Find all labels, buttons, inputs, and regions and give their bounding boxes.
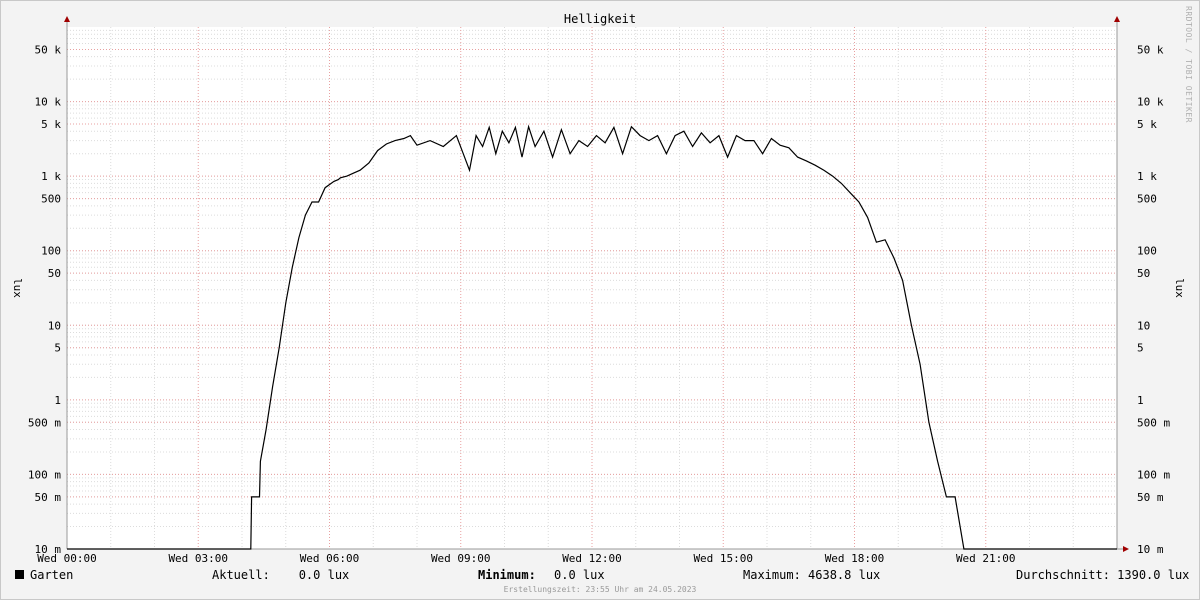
- y-tick-label-left: 1 k: [41, 170, 61, 183]
- y-tick-label-left: 50: [48, 267, 61, 280]
- x-tick-label: Wed 12:00: [562, 552, 622, 565]
- y-tick-label-left: 10 k: [35, 96, 62, 109]
- y-tick-label-right: 5: [1137, 342, 1144, 355]
- x-axis-arrow: [1123, 546, 1129, 552]
- legend-maximum: Maximum: 4638.8 lux: [743, 568, 881, 582]
- y-tick-label-left: 5 k: [41, 118, 61, 131]
- y-tick-label-right: 500 m: [1137, 416, 1170, 429]
- y-tick-label-right: 10 m: [1137, 543, 1164, 556]
- x-tick-label: Wed 21:00: [956, 552, 1016, 565]
- y-tick-label-right: 100 m: [1137, 468, 1170, 481]
- x-tick-label: Wed 18:00: [825, 552, 885, 565]
- y-tick-label-left: 500 m: [28, 416, 61, 429]
- y-tick-label-right: 50: [1137, 267, 1150, 280]
- y-tick-label-left: 1: [54, 394, 61, 407]
- legend: Garten Aktuell: 0.0 lux Minimum: 0.0 lux…: [0, 568, 1200, 584]
- chart-title: Helligkeit: [564, 12, 636, 26]
- y-tick-label-right: 500: [1137, 193, 1157, 206]
- y-tick-label-left: 100 m: [28, 468, 61, 481]
- y-tick-label-left: 50 k: [35, 43, 62, 56]
- y-tick-label-right: 50 m: [1137, 491, 1164, 504]
- chart: 50 k 50 k 10 k 10 k 5 k 5 k 1 k 1 k 500 500 100 100…: [11, 12, 1186, 565]
- watermark: RRDTOOL / TOBI OETIKER: [1184, 6, 1193, 123]
- y-axis-left-arrow: [64, 16, 70, 22]
- y-tick-label-right: 1: [1137, 394, 1144, 407]
- y-tick-label-left: 500: [41, 193, 61, 206]
- legend-series-name: Garten: [30, 568, 74, 582]
- y-tick-label-right: 10: [1137, 319, 1150, 332]
- x-tick-label: Wed 00:00: [37, 552, 97, 565]
- legend-minimum-value: 0.0 lux: [554, 568, 605, 582]
- y-tick-label-right: 1 k: [1137, 170, 1157, 183]
- legend-minimum-label: Minimum:: [478, 568, 536, 582]
- y-tick-label-right: 5 k: [1137, 118, 1157, 131]
- y-axis-label-right: lux: [1173, 278, 1186, 298]
- y-tick-label-left: 5: [54, 342, 61, 355]
- y-tick-label-right: 100: [1137, 245, 1157, 258]
- x-tick-label: Wed 09:00: [431, 552, 491, 565]
- x-tick-label: Wed 06:00: [300, 552, 360, 565]
- y-tick-label-right: 10 k: [1137, 96, 1164, 109]
- footer-timestamp: Erstellungszeit: 23:55 Uhr am 24.05.2023: [503, 585, 697, 594]
- y-tick-label-left: 100: [41, 245, 61, 258]
- y-axis-label-left: lux: [11, 278, 24, 298]
- legend-swatch: [15, 570, 24, 579]
- y-tick-label-left: 50 m: [35, 491, 62, 504]
- x-tick-label: Wed 03:00: [168, 552, 228, 565]
- x-tick-label: Wed 15:00: [693, 552, 753, 565]
- y-axis-right-arrow: [1114, 16, 1120, 22]
- legend-average: Durchschnitt: 1390.0 lux: [1016, 568, 1190, 582]
- legend-current: Aktuell: 0.0 lux: [212, 568, 350, 582]
- y-tick-label-left: 10: [48, 319, 61, 332]
- y-tick-label-right: 50 k: [1137, 43, 1164, 56]
